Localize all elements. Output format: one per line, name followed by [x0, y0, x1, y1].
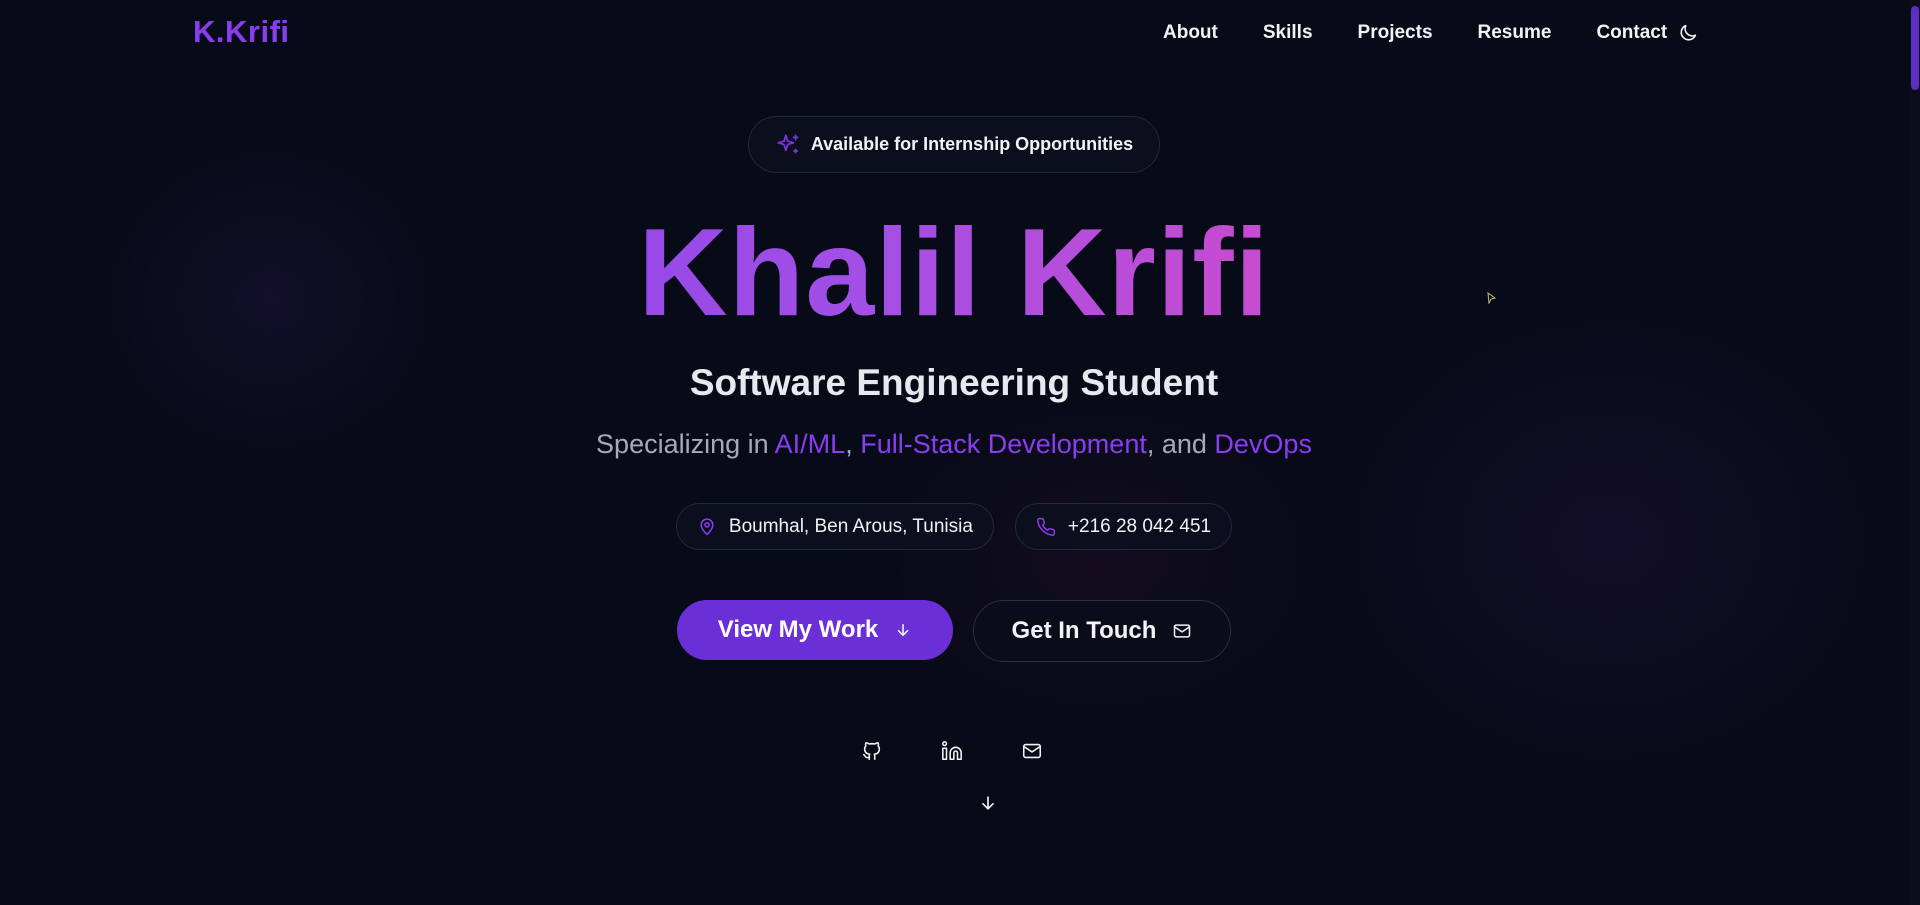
get-in-touch-button[interactable]: Get In Touch	[973, 600, 1231, 662]
specialty-devops: DevOps	[1214, 429, 1312, 459]
location-text: Boumhal, Ben Arous, Tunisia	[728, 515, 973, 537]
badge-text: Available for Internship Opportunities	[810, 134, 1134, 154]
hero-name: Khalil Krifi	[0, 198, 1908, 348]
top-navigation: K.Krifi About Skills Projects Resume Con…	[0, 0, 1920, 68]
view-my-work-button[interactable]: View My Work	[677, 600, 953, 660]
phone-chip: +216 28 042 451	[1014, 503, 1233, 550]
nav-link-contact[interactable]: Contact	[1596, 22, 1667, 44]
map-pin-icon	[697, 517, 717, 537]
nav-link-skills[interactable]: Skills	[1263, 22, 1313, 44]
mail-icon	[1172, 621, 1192, 641]
scroll-down-arrow-icon[interactable]	[978, 793, 1000, 815]
hero-role: Software Engineering Student	[689, 362, 1219, 403]
sparkles-icon	[775, 132, 801, 158]
phone-text: +216 28 042 451	[1067, 515, 1212, 537]
cta-row: View My Work Get In Touch	[0, 600, 1908, 662]
mouse-cursor-icon	[1487, 292, 1497, 304]
moon-icon[interactable]	[1677, 22, 1699, 44]
nav-links: About Skills Projects Resume Contact	[1163, 22, 1667, 44]
view-my-work-label: View My Work	[717, 616, 879, 643]
nav-link-resume[interactable]: Resume	[1478, 22, 1552, 44]
nav-link-projects[interactable]: Projects	[1358, 22, 1433, 44]
hero-specialization: Specializing in AI/ML, Full-Stack Develo…	[0, 429, 1908, 460]
site-logo[interactable]: K.Krifi	[193, 14, 290, 50]
linkedin-icon[interactable]	[941, 740, 965, 764]
specialty-full-stack: Full-Stack Development	[860, 429, 1147, 459]
page-scrollbar[interactable]	[1910, 0, 1920, 905]
specializing-prefix: Specializing in	[596, 429, 775, 459]
separator: ,	[845, 429, 861, 459]
separator: , and	[1146, 429, 1215, 459]
arrow-down-icon	[894, 621, 912, 639]
phone-icon	[1036, 517, 1056, 537]
availability-badge: Available for Internship Opportunities	[748, 116, 1160, 173]
get-in-touch-label: Get In Touch	[1011, 617, 1157, 644]
mail-icon[interactable]	[1021, 740, 1045, 764]
specialty-ai-ml: AI/ML	[774, 429, 846, 459]
scrollbar-thumb[interactable]	[1911, 6, 1919, 90]
location-chip: Boumhal, Ben Arous, Tunisia	[675, 503, 994, 550]
github-icon[interactable]	[861, 740, 885, 764]
nav-link-about[interactable]: About	[1163, 22, 1218, 44]
social-links	[861, 740, 1045, 764]
contact-info-chips: Boumhal, Ben Arous, Tunisia +216 28 042 …	[0, 503, 1908, 550]
